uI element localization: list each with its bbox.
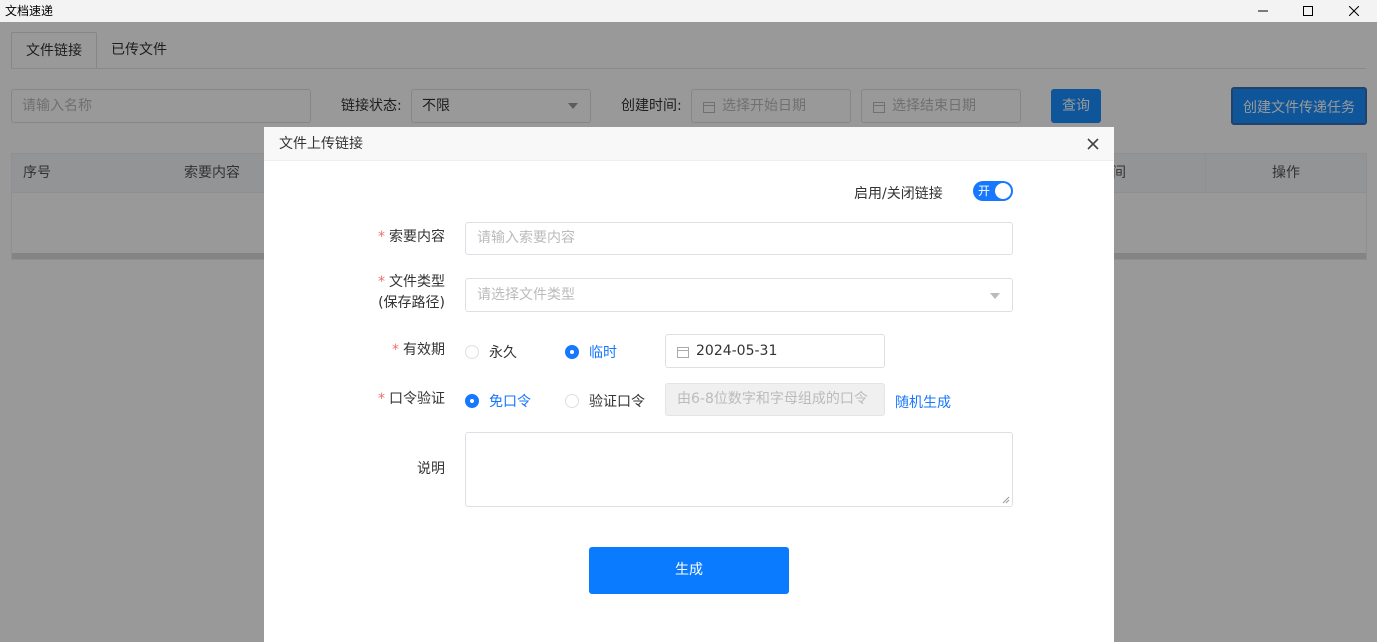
- radio-dot: [565, 345, 579, 359]
- file-type-select[interactable]: 请选择文件类型: [465, 278, 1013, 312]
- required-mark: *: [378, 229, 385, 245]
- upload-link-dialog: 文件上传链接 启用/关闭链接 开 * 索要内容 请输入索要内容 * 文件类型 (保存…: [264, 127, 1114, 642]
- content-input[interactable]: 请输入索要内容: [465, 222, 1013, 255]
- maximize-button[interactable]: [1285, 0, 1331, 22]
- no-password-radio[interactable]: 免口令: [465, 391, 531, 411]
- radio-dot: [565, 394, 579, 408]
- minimize-button[interactable]: [1240, 0, 1286, 22]
- validity-date-value: 2024-05-31: [696, 343, 778, 359]
- description-label: 说明: [417, 461, 445, 477]
- calendar-icon: [677, 347, 689, 358]
- password-input[interactable]: 由6-8位数字和字母组成的口令: [665, 383, 885, 416]
- radio-dot: [465, 345, 479, 359]
- dialog-title: 文件上传链接: [279, 136, 363, 152]
- dialog-header: 文件上传链接: [264, 127, 1114, 161]
- random-generate-link[interactable]: 随机生成: [895, 392, 951, 412]
- file-type-placeholder: 请选择文件类型: [477, 287, 575, 303]
- toggle-text: 开: [978, 184, 991, 198]
- toggle-label: 启用/关闭链接: [854, 186, 943, 202]
- maximize-icon: [1303, 6, 1313, 16]
- radio-dot: [465, 394, 479, 408]
- close-icon[interactable]: [1086, 137, 1100, 151]
- required-mark: *: [378, 391, 385, 407]
- generate-button[interactable]: 生成: [589, 547, 789, 594]
- file-type-label: * 文件类型 (保存路径): [378, 274, 445, 311]
- password-label: * 口令验证: [378, 391, 445, 407]
- minimize-icon: [1258, 10, 1268, 12]
- validity-label: * 有效期: [392, 342, 445, 358]
- window-titlebar: 文档速递: [0, 0, 1377, 22]
- validity-date-input[interactable]: 2024-05-31: [665, 334, 885, 368]
- resize-handle-icon[interactable]: [1002, 496, 1010, 504]
- description-textarea[interactable]: [465, 432, 1013, 507]
- window-title: 文档速递: [5, 4, 54, 18]
- content-label: * 索要内容: [378, 229, 445, 245]
- enable-link-toggle[interactable]: 开: [973, 181, 1013, 201]
- required-mark: *: [392, 342, 399, 358]
- toggle-knob: [995, 183, 1011, 199]
- close-window-button[interactable]: [1331, 0, 1377, 22]
- caret-down-icon: [990, 293, 1000, 299]
- close-icon: [1349, 6, 1359, 16]
- validity-permanent-radio[interactable]: 永久: [465, 342, 517, 362]
- verify-password-radio[interactable]: 验证口令: [565, 391, 645, 411]
- validity-temporary-radio[interactable]: 临时: [565, 342, 617, 362]
- required-mark: *: [378, 274, 385, 290]
